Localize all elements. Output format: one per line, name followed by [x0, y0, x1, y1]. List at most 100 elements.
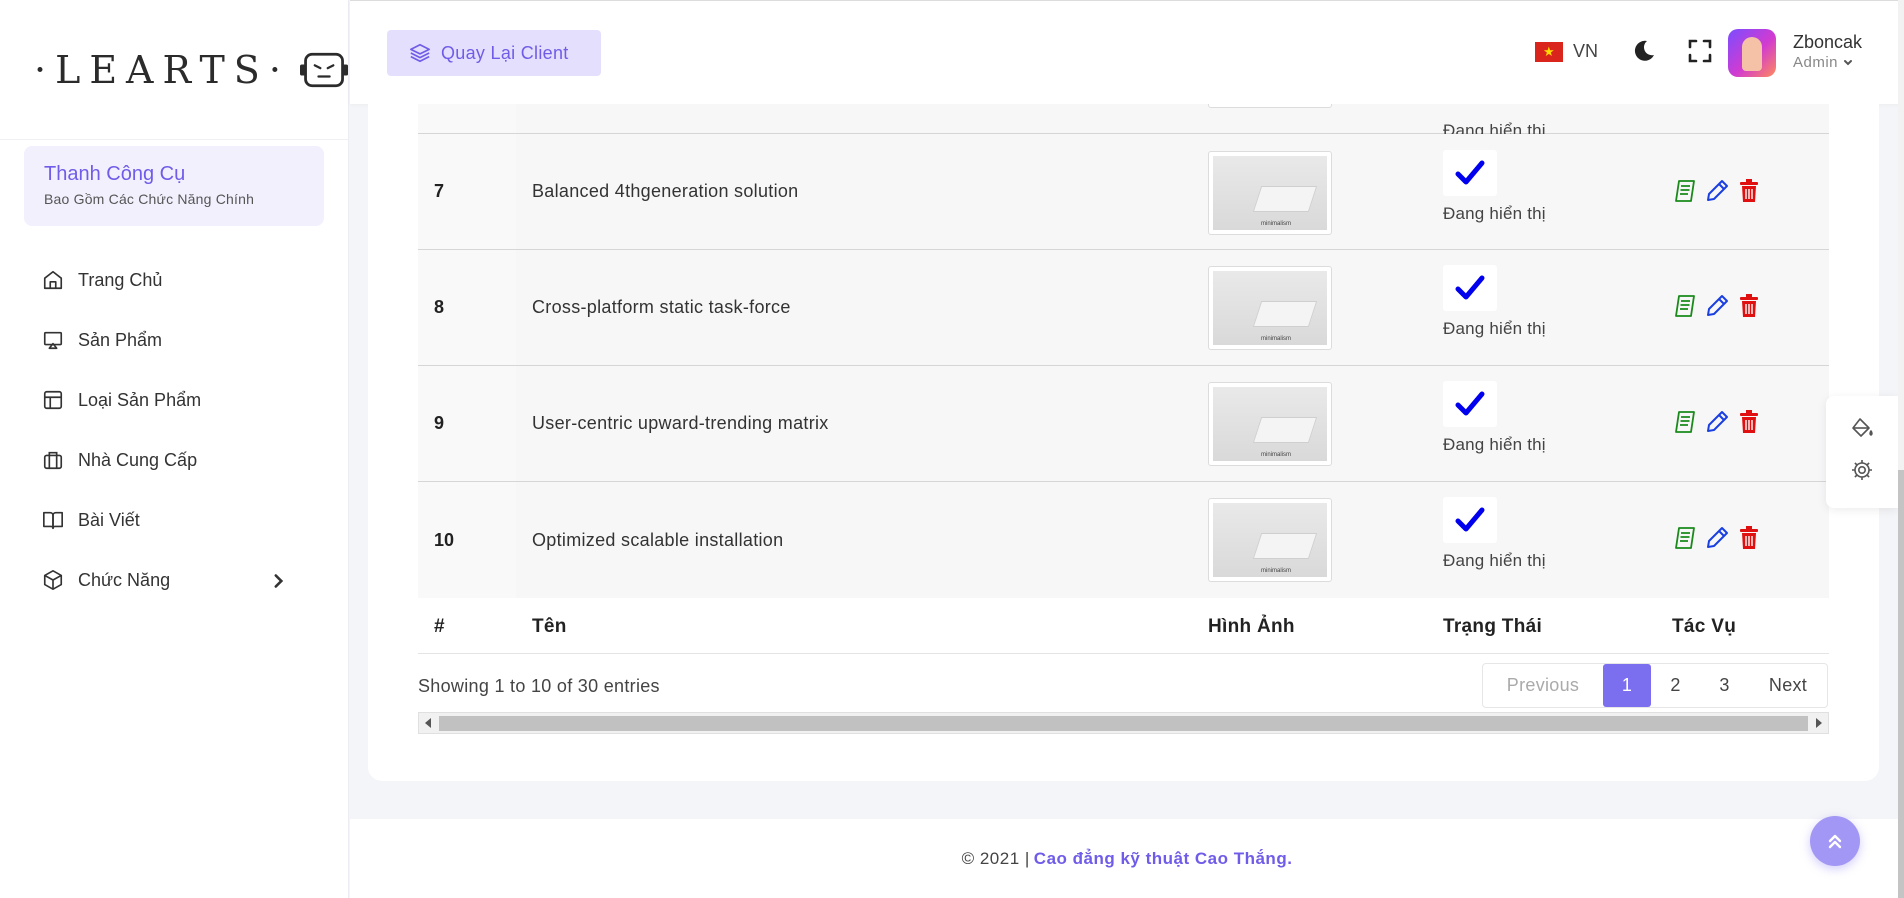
- user-avatar[interactable]: [1728, 29, 1776, 77]
- scroll-right-arrow-icon[interactable]: [1816, 718, 1822, 728]
- view-detail-icon[interactable]: [1672, 409, 1698, 435]
- page-scrollbar-thumb[interactable]: [1898, 470, 1904, 898]
- table-row: minimalism Đang hiển thị: [418, 104, 1829, 140]
- scroll-left-arrow-icon[interactable]: [425, 718, 431, 728]
- box-icon: [43, 570, 63, 590]
- pagination-page-1[interactable]: 1: [1603, 664, 1651, 707]
- product-thumbnail[interactable]: minimalism: [1208, 266, 1332, 350]
- chevron-down-icon: [1844, 59, 1853, 65]
- chevron-right-icon: [274, 574, 284, 588]
- pagination-page-2[interactable]: 2: [1651, 664, 1700, 707]
- layers-icon: [410, 43, 430, 63]
- pagination-page-3[interactable]: 3: [1700, 664, 1749, 707]
- language-selector[interactable]: ★ VN: [1535, 41, 1598, 62]
- row-id-cell: 7: [418, 134, 516, 249]
- column-header-status[interactable]: Trạng Thái: [1443, 616, 1542, 638]
- table-footer-header: # Tên Hình Ảnh Trạng Thái Tác Vụ: [418, 598, 1829, 654]
- footer-copyright: © 2021 |: [961, 848, 1030, 868]
- column-header-actions[interactable]: Tác Vụ: [1672, 616, 1736, 638]
- sidebar-item-suppliers[interactable]: Nhà Cung Cấp: [0, 430, 349, 490]
- row-id-cell: [418, 104, 516, 133]
- sidebar-item-label: Loại Sản Phẩm: [78, 389, 202, 410]
- pagination-previous[interactable]: Previous: [1483, 664, 1603, 707]
- top-header: Quay Lại Client ★ VN Zboncak Admin: [350, 0, 1904, 104]
- product-thumbnail[interactable]: minimalism: [1208, 498, 1332, 582]
- product-thumbnail[interactable]: minimalism: [1208, 151, 1332, 235]
- edit-pencil-icon[interactable]: [1704, 409, 1730, 435]
- delete-trash-icon[interactable]: [1736, 525, 1762, 551]
- fullscreen-icon[interactable]: [1686, 37, 1714, 65]
- delete-trash-icon[interactable]: [1736, 409, 1762, 435]
- dark-mode-moon-icon[interactable]: [1630, 37, 1658, 65]
- user-role-dropdown[interactable]: Admin: [1793, 54, 1853, 71]
- status-checkbox[interactable]: [1443, 381, 1497, 427]
- layout-icon: [43, 390, 63, 410]
- row-id-cell: 10: [418, 482, 516, 598]
- view-detail-icon[interactable]: [1672, 178, 1698, 204]
- sidebar-item-functions[interactable]: Chức Năng: [0, 550, 349, 610]
- entries-info: Showing 1 to 10 of 30 entries: [418, 676, 660, 696]
- sidebar-item-label: Trang Chủ: [78, 269, 163, 290]
- user-role-label: Admin: [1793, 54, 1839, 71]
- briefcase-icon: [43, 451, 63, 470]
- pagination: Previous 1 2 3 Next: [1482, 663, 1828, 708]
- scroll-to-top-button[interactable]: [1810, 816, 1860, 866]
- user-name[interactable]: Zboncak: [1793, 32, 1862, 53]
- gear-icon[interactable]: [1850, 458, 1874, 482]
- checkmark-icon: [1455, 391, 1485, 416]
- checkmark-icon: [1455, 275, 1485, 300]
- status-text: Đang hiển thị: [1443, 551, 1546, 570]
- data-table: minimalism Đang hiển thị 7 Balanced 4thg…: [418, 104, 1829, 654]
- sidebar-item-label: Chức Năng: [78, 569, 171, 590]
- column-header-name[interactable]: Tên: [532, 616, 567, 638]
- language-label: VN: [1573, 41, 1599, 61]
- column-header-image[interactable]: Hình Ảnh: [1208, 616, 1295, 638]
- row-id-cell: 9: [418, 366, 516, 481]
- status-checkbox[interactable]: [1443, 150, 1497, 196]
- page-footer: © 2021 | Cao đẳng kỹ thuật Cao Thắng.: [350, 819, 1904, 898]
- status-checkbox[interactable]: [1443, 265, 1497, 311]
- pagination-next[interactable]: Next: [1749, 664, 1827, 707]
- logo[interactable]: ·LEARTS·: [0, 0, 348, 140]
- product-thumbnail[interactable]: minimalism: [1208, 382, 1332, 466]
- footer-link[interactable]: Cao đẳng kỹ thuật Cao Thắng.: [1034, 849, 1293, 869]
- double-chevron-up-icon: [1828, 834, 1842, 849]
- row-name-cell: Optimized scalable installation: [532, 529, 784, 550]
- status-text: Đang hiển thị: [1443, 204, 1546, 223]
- edit-pencil-icon[interactable]: [1704, 293, 1730, 319]
- scrollbar-thumb[interactable]: [439, 716, 1808, 731]
- page-scrollbar[interactable]: [1898, 0, 1904, 898]
- view-detail-icon[interactable]: [1672, 525, 1698, 551]
- table-row: 10 Optimized scalable installation minim…: [418, 482, 1829, 598]
- delete-trash-icon[interactable]: [1736, 293, 1762, 319]
- back-to-client-label: Quay Lại Client: [441, 42, 569, 63]
- sidebar-item-home[interactable]: Trang Chủ: [0, 250, 349, 310]
- row-id-cell: 8: [418, 250, 516, 365]
- row-name-cell: Cross-platform static task-force: [532, 297, 791, 317]
- robot-logo-icon: [299, 52, 348, 87]
- sidebar-item-categories[interactable]: Loại Sản Phẩm: [0, 370, 349, 430]
- status-text: Đang hiển thị: [1443, 435, 1546, 454]
- display-icon: [43, 331, 63, 350]
- product-thumbnail[interactable]: minimalism: [1208, 104, 1332, 108]
- edit-pencil-icon[interactable]: [1704, 525, 1730, 551]
- delete-trash-icon[interactable]: [1736, 178, 1762, 204]
- product-table-card: minimalism Đang hiển thị 7 Balanced 4thg…: [368, 104, 1879, 781]
- horizontal-scrollbar[interactable]: [418, 712, 1829, 734]
- view-detail-icon[interactable]: [1672, 293, 1698, 319]
- column-header-number[interactable]: #: [434, 616, 445, 638]
- status-checkbox[interactable]: [1443, 497, 1497, 543]
- back-to-client-button[interactable]: Quay Lại Client: [387, 30, 601, 76]
- toolbar-title: Thanh Công Cụ: [44, 163, 186, 185]
- book-icon: [43, 511, 63, 530]
- sidebar: ·LEARTS· Thanh Công Cụ Bao Gồm Các Chức …: [0, 0, 349, 898]
- status-text: Đang hiển thị: [1443, 319, 1546, 338]
- sidebar-nav: Trang Chủ Sản Phẩm Loại Sản Phẩm Nhà Cun…: [0, 250, 349, 610]
- sidebar-item-posts[interactable]: Bài Viết: [0, 490, 349, 550]
- paint-bucket-icon[interactable]: [1850, 416, 1874, 440]
- toolbar-box: Thanh Công Cụ Bao Gồm Các Chức Năng Chín…: [24, 146, 324, 226]
- row-name-cell: User-centric upward-trending matrix: [532, 413, 829, 433]
- edit-pencil-icon[interactable]: [1704, 178, 1730, 204]
- sidebar-item-products[interactable]: Sản Phẩm: [0, 310, 349, 370]
- customizer-panel: [1826, 396, 1898, 508]
